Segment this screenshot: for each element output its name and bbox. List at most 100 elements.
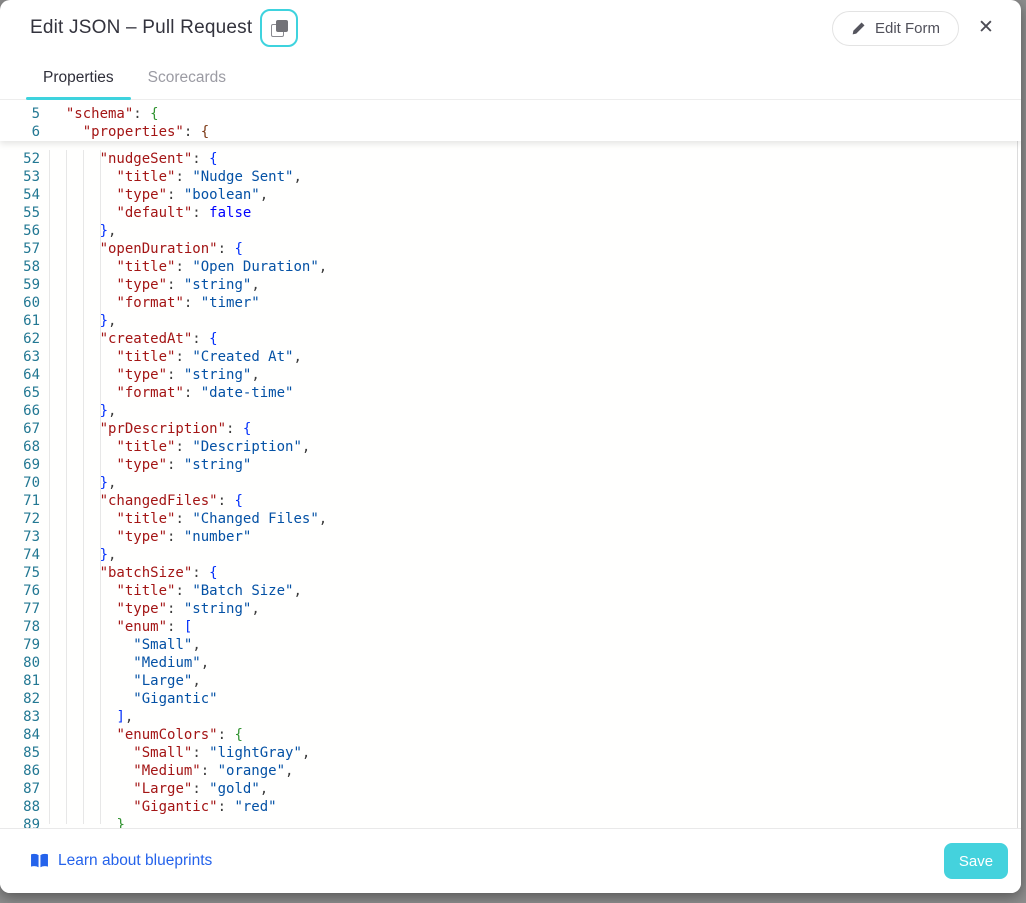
code-line[interactable]: 64 "type": "string", [0,366,1021,384]
code-line[interactable]: 72 "title": "Changed Files", [0,510,1021,528]
page-title: Edit JSON – Pull Request [30,17,252,39]
tab-bar: Properties Scorecards [0,56,1021,100]
line-number: 77 [0,600,40,618]
line-number: 74 [0,546,40,564]
close-button[interactable]: ✕ [973,15,999,41]
line-number: 6 [0,123,40,141]
tab-scorecards[interactable]: Scorecards [131,56,243,99]
code-lines: 52 "nudgeSent": {53 "title": "Nudge Sent… [0,150,1021,828]
dialog-footer: Learn about blueprints Save [0,828,1021,893]
learn-link-label: Learn about blueprints [58,852,212,870]
code-line[interactable]: 52 "nudgeSent": { [0,150,1021,168]
code-line[interactable]: 67 "prDescription": { [0,420,1021,438]
code-line[interactable]: 54 "type": "boolean", [0,186,1021,204]
line-number: 63 [0,348,40,366]
code-line[interactable]: 84 "enumColors": { [0,726,1021,744]
line-content: "batchSize": { [40,564,218,582]
code-line[interactable]: 85 "Small": "lightGray", [0,744,1021,762]
code-line[interactable]: 73 "type": "number" [0,528,1021,546]
line-number: 82 [0,690,40,708]
line-number: 85 [0,744,40,762]
line-number: 79 [0,636,40,654]
save-button[interactable]: Save [944,843,1008,879]
line-number: 55 [0,204,40,222]
line-content: "type": "boolean", [40,186,268,204]
code-line[interactable]: 6 "properties": { [0,123,1021,141]
tab-properties[interactable]: Properties [26,56,131,99]
line-number: 72 [0,510,40,528]
line-number: 68 [0,438,40,456]
code-line[interactable]: 57 "openDuration": { [0,240,1021,258]
line-content: "Small": "lightGray", [40,744,310,762]
edit-form-label: Edit Form [875,20,940,37]
edit-form-button[interactable]: Edit Form [832,11,959,46]
copy-icon [271,20,288,37]
line-number: 88 [0,798,40,816]
pencil-icon [851,21,866,36]
line-content: }, [40,546,116,564]
code-line[interactable]: 74 }, [0,546,1021,564]
line-content: "properties": { [40,123,209,141]
code-line[interactable]: 61 }, [0,312,1021,330]
learn-about-blueprints-link[interactable]: Learn about blueprints [30,852,212,870]
line-content: "type": "string", [40,366,260,384]
code-line[interactable]: 78 "enum": [ [0,618,1021,636]
code-line[interactable]: 75 "batchSize": { [0,564,1021,582]
code-line[interactable]: 86 "Medium": "orange", [0,762,1021,780]
code-line[interactable]: 53 "title": "Nudge Sent", [0,168,1021,186]
code-line[interactable]: 88 "Gigantic": "red" [0,798,1021,816]
code-line[interactable]: 80 "Medium", [0,654,1021,672]
edit-json-dialog: Edit JSON – Pull Request Edit Form ✕ Pro… [0,0,1021,893]
code-line[interactable]: 59 "type": "string", [0,276,1021,294]
code-line[interactable]: 83 ], [0,708,1021,726]
line-number: 73 [0,528,40,546]
code-line[interactable]: 55 "default": false [0,204,1021,222]
code-line[interactable]: 66 }, [0,402,1021,420]
book-icon [30,853,49,869]
code-line[interactable]: 70 }, [0,474,1021,492]
code-line[interactable]: 87 "Large": "gold", [0,780,1021,798]
line-content: "default": false [40,204,251,222]
code-line[interactable]: 82 "Gigantic" [0,690,1021,708]
code-line[interactable]: 77 "type": "string", [0,600,1021,618]
line-number: 89 [0,816,40,828]
line-number: 53 [0,168,40,186]
line-number: 54 [0,186,40,204]
line-content: "Large", [40,672,201,690]
line-content: "Medium", [40,654,209,672]
line-number: 71 [0,492,40,510]
code-line[interactable]: 81 "Large", [0,672,1021,690]
line-content: "nudgeSent": { [40,150,218,168]
code-line[interactable]: 76 "title": "Batch Size", [0,582,1021,600]
line-number: 84 [0,726,40,744]
code-line[interactable]: 5 "schema": { [0,105,1021,123]
code-line[interactable]: 58 "title": "Open Duration", [0,258,1021,276]
code-line[interactable]: 69 "type": "string" [0,456,1021,474]
line-content: "format": "date-time" [40,384,293,402]
line-content: }, [40,402,116,420]
line-content: "title": "Batch Size", [40,582,302,600]
line-content: "title": "Description", [40,438,310,456]
line-number: 61 [0,312,40,330]
code-line[interactable]: 63 "title": "Created At", [0,348,1021,366]
code-line[interactable]: 79 "Small", [0,636,1021,654]
line-content: "Gigantic" [40,690,218,708]
line-content: "prDescription": { [40,420,251,438]
line-number: 56 [0,222,40,240]
json-code-editor[interactable]: 5 "schema": {6 "properties": { 52 "nudge… [0,100,1021,828]
code-line[interactable]: 89 } [0,816,1021,828]
line-content: "Large": "gold", [40,780,268,798]
dialog-header: Edit JSON – Pull Request Edit Form ✕ [0,0,1021,56]
code-line[interactable]: 56 }, [0,222,1021,240]
copy-button[interactable] [260,9,298,47]
code-line[interactable]: 71 "changedFiles": { [0,492,1021,510]
line-number: 52 [0,150,40,168]
line-content: }, [40,312,116,330]
code-line[interactable]: 65 "format": "date-time" [0,384,1021,402]
code-line[interactable]: 62 "createdAt": { [0,330,1021,348]
code-line[interactable]: 68 "title": "Description", [0,438,1021,456]
code-line[interactable]: 60 "format": "timer" [0,294,1021,312]
line-content: "type": "number" [40,528,251,546]
line-number: 65 [0,384,40,402]
line-content: "Gigantic": "red" [40,798,277,816]
